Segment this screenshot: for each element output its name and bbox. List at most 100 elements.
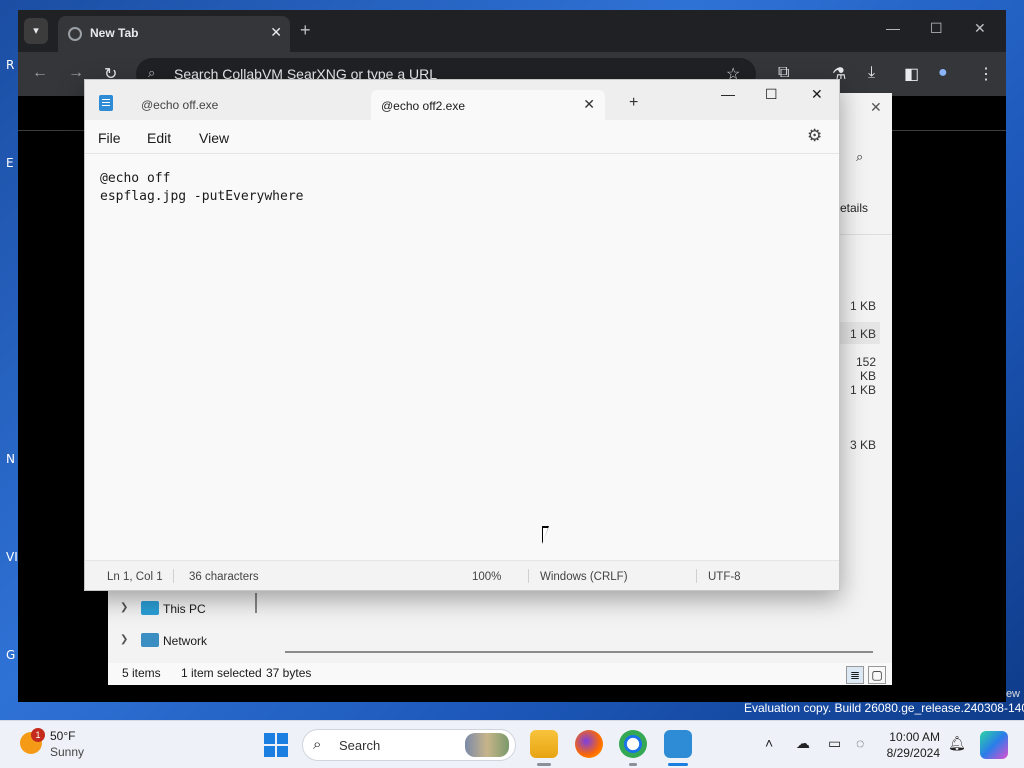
close-icon[interactable]: ✕	[974, 20, 986, 37]
network-status-icon[interactable]: ◌	[856, 735, 864, 751]
start-button[interactable]	[264, 733, 288, 757]
details-button[interactable]: etails	[840, 201, 868, 215]
zoom-level[interactable]: 100%	[472, 571, 501, 583]
explorer-status-bar: 5 items 1 item selected 37 bytes ≣ ▢	[108, 663, 892, 685]
close-icon[interactable]: ✕	[870, 99, 882, 116]
copilot-icon[interactable]	[980, 731, 1008, 759]
close-icon[interactable]: ✕	[583, 96, 595, 113]
tiles-view-icon[interactable]: ▢	[868, 666, 886, 684]
search-label: Search	[339, 738, 381, 753]
nav-item-label: This PC	[163, 602, 206, 616]
side-panel-icon[interactable]: ◧	[904, 64, 919, 84]
date: 8/29/2024	[886, 746, 940, 760]
file-size: 1 KB	[849, 299, 876, 313]
time: 10:00 AM	[889, 730, 940, 744]
chrome-tabstrip: ▾ New Tab ✕ + — ☐ ✕	[18, 10, 1006, 52]
taskbar: 1 50°F Sunny ⌕ Search ˄ ☁ ▭ ◌ 10:00 AM 8…	[0, 720, 1024, 768]
desktop-icon-label[interactable]: G	[6, 648, 15, 662]
file-explorer-icon[interactable]	[530, 730, 558, 758]
display-icon[interactable]: ▭	[828, 735, 841, 752]
evaluation-watermark: Evaluation copy. Build 26080.ge_release.…	[744, 701, 1024, 715]
chevron-right-icon[interactable]: ❯	[120, 634, 128, 645]
search-icon[interactable]: ⌕	[856, 149, 863, 165]
close-icon[interactable]: ✕	[270, 24, 282, 41]
menu-edit[interactable]: Edit	[147, 130, 171, 146]
taskbar-search[interactable]: ⌕ Search	[302, 729, 516, 761]
chrome-icon[interactable]	[619, 730, 647, 758]
settings-gear-icon[interactable]: ⚙	[807, 126, 822, 146]
active-indicator	[668, 763, 688, 766]
chrome-tab[interactable]: New Tab ✕	[58, 16, 290, 52]
weather-temperature[interactable]: 50°F	[50, 729, 75, 743]
file-size: 152 KB	[855, 355, 876, 383]
desktop-icon-label[interactable]: E	[6, 156, 14, 170]
clock[interactable]: 10:00 AM 8/29/2024	[884, 729, 940, 761]
selection-size: 37 bytes	[266, 666, 312, 680]
chrome-tab-title: New Tab	[90, 26, 139, 40]
divider	[173, 569, 174, 583]
close-icon[interactable]: ✕	[811, 86, 823, 103]
encoding[interactable]: UTF-8	[708, 571, 741, 583]
new-tab-icon[interactable]: +	[629, 94, 638, 112]
notifications-bell-icon[interactable]: 🔔︎	[948, 735, 966, 752]
edge-text: ew	[1005, 688, 1020, 700]
notepad-icon[interactable]	[664, 730, 692, 758]
tab-echo-off[interactable]: @echo off.exe	[141, 98, 218, 112]
notification-badge: 1	[31, 728, 45, 742]
running-indicator	[629, 763, 637, 766]
tab-search-chevron-icon[interactable]: ▾	[24, 18, 48, 44]
menu-view[interactable]: View	[199, 130, 229, 146]
selection-count: 1 item selected	[181, 666, 262, 680]
nav-item-label: Network	[163, 634, 208, 648]
file-size: 1 KB	[849, 327, 876, 341]
onedrive-icon[interactable]: ☁	[796, 735, 810, 752]
file-size: 1 KB	[849, 383, 876, 397]
item-count: 5 items	[122, 666, 161, 680]
editor-text-area[interactable]: @echo off espflag.jpg -putEverywhere	[100, 170, 304, 206]
notepad-status-bar: Ln 1, Col 1 36 characters 100% Windows (…	[85, 560, 839, 590]
nav-item-network[interactable]: ❯ Network	[108, 627, 258, 655]
mouse-pointer-icon	[542, 526, 549, 544]
globe-icon	[68, 27, 82, 41]
new-tab-icon[interactable]: +	[300, 20, 311, 41]
tab-echo-off2[interactable]: @echo off2.exe ✕	[371, 90, 605, 122]
chevron-right-icon[interactable]: ❯	[120, 602, 128, 613]
computer-icon	[141, 601, 159, 615]
chevron-up-icon[interactable]: ˄	[765, 735, 773, 751]
maximize-icon[interactable]: ☐	[930, 20, 943, 37]
notepad-menubar: File Edit View ⚙	[85, 120, 839, 154]
search-highlight-image	[465, 733, 509, 757]
firefox-icon[interactable]	[575, 730, 603, 758]
back-icon[interactable]: ←	[32, 64, 48, 82]
desktop-icon-label[interactable]: N	[6, 452, 15, 466]
horizontal-scrollbar[interactable]	[285, 651, 873, 653]
notepad-app-icon	[99, 95, 113, 111]
desktop-icon-label[interactable]: VI	[6, 550, 18, 564]
nav-scrollbar[interactable]	[255, 593, 257, 613]
weather-condition[interactable]: Sunny	[50, 745, 84, 759]
minimize-icon[interactable]: —	[721, 86, 735, 102]
download-icon[interactable]: ⤓	[868, 64, 875, 82]
running-indicator	[537, 763, 551, 766]
forward-icon[interactable]: →	[68, 64, 84, 82]
divider	[528, 569, 529, 583]
divider	[696, 569, 697, 583]
line-ending[interactable]: Windows (CRLF)	[540, 571, 628, 583]
nav-item-this-pc[interactable]: ❯ This PC	[108, 595, 258, 623]
details-view-icon[interactable]: ≣	[846, 666, 864, 684]
notepad-tabbar: @echo off.exe @echo off2.exe ✕ + — ☐ ✕	[85, 80, 839, 122]
cursor-position: Ln 1, Col 1	[107, 571, 163, 583]
search-icon: ⌕	[313, 736, 322, 753]
menu-file[interactable]: File	[98, 130, 121, 146]
network-icon	[141, 633, 159, 647]
file-size: 3 KB	[849, 438, 876, 452]
minimize-icon[interactable]: —	[886, 20, 900, 36]
notepad-window: @echo off.exe @echo off2.exe ✕ + — ☐ ✕ F…	[84, 79, 840, 591]
tab-label: @echo off2.exe	[381, 99, 466, 113]
divider	[840, 234, 892, 235]
menu-icon[interactable]: ⋮	[978, 64, 994, 84]
profile-avatar-icon[interactable]: ●	[938, 64, 948, 82]
maximize-icon[interactable]: ☐	[765, 86, 778, 103]
character-count: 36 characters	[189, 571, 259, 583]
desktop-icon-label[interactable]: R	[6, 58, 14, 72]
